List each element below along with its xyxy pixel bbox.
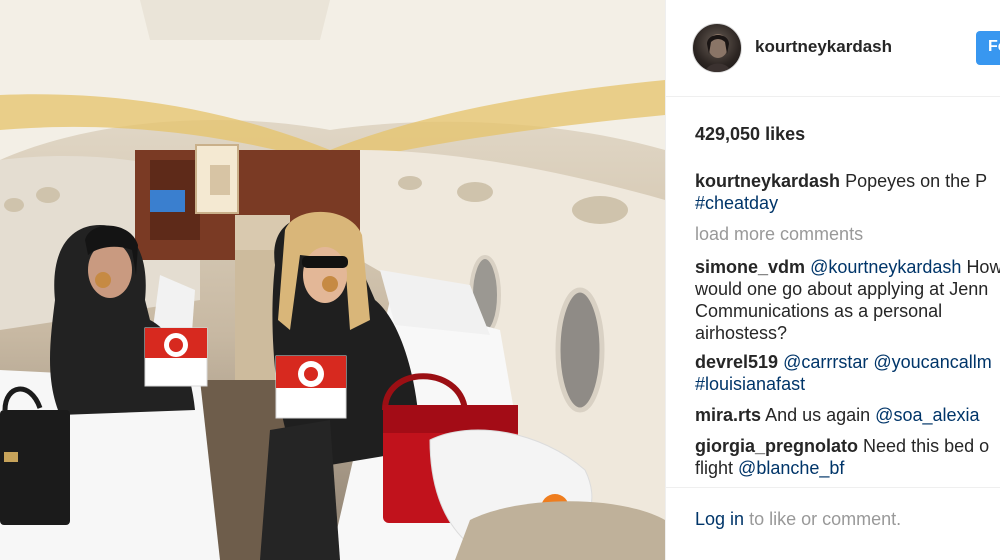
login-prompt: Log in to like or comment. bbox=[695, 509, 901, 530]
comment-text: Communications as a personal bbox=[695, 301, 943, 321]
list-item: giorgia_pregnolato Need this bed o fligh… bbox=[695, 435, 989, 479]
profile-photo-icon bbox=[705, 34, 731, 72]
comment-hashtag[interactable]: #louisianafast bbox=[695, 374, 805, 394]
comment-author[interactable]: mira.rts bbox=[695, 405, 761, 425]
comment-author[interactable]: giorgia_pregnolato bbox=[695, 436, 858, 456]
comment-mention[interactable]: @kourtneykardash bbox=[810, 257, 961, 277]
caption-hashtag[interactable]: #cheatday bbox=[695, 193, 778, 213]
list-item: mira.rts And us again @soa_alexia bbox=[695, 404, 980, 426]
comment-author[interactable]: devrel519 bbox=[695, 352, 778, 372]
list-item: simone_vdm @kourtneykardash How would on… bbox=[695, 256, 1000, 344]
comment-text: flight bbox=[695, 458, 734, 478]
comment-mention[interactable]: @blanche_bf bbox=[738, 458, 844, 478]
caption-text: Popeyes on the P bbox=[845, 171, 988, 191]
follow-button[interactable]: Fo bbox=[976, 31, 1000, 65]
load-more-comments-button[interactable]: load more comments bbox=[695, 224, 863, 245]
comment-mention[interactable]: @soa_alexia bbox=[875, 405, 979, 425]
likes-count[interactable]: 429,050 likes bbox=[695, 124, 805, 145]
list-item: devrel519 @carrrstar @youcancallm #louis… bbox=[695, 351, 992, 395]
post-photo[interactable] bbox=[0, 0, 665, 560]
caption-hashtag-line: #cheatday bbox=[695, 192, 778, 214]
post-sidebar: kourtneykardash Fo 429,050 likes kourtne… bbox=[666, 0, 1000, 560]
comment-mention[interactable]: @youcancallm bbox=[873, 352, 991, 372]
comment-author[interactable]: simone_vdm bbox=[695, 257, 805, 277]
post-footer: Log in to like or comment. bbox=[666, 487, 1000, 560]
caption-author[interactable]: kourtneykardash bbox=[695, 171, 840, 191]
comment-mention[interactable]: @carrrstar bbox=[783, 352, 868, 372]
login-link[interactable]: Log in bbox=[695, 509, 744, 529]
post-header: kourtneykardash Fo bbox=[666, 0, 1000, 97]
comment-text: Need this bed o bbox=[863, 436, 990, 456]
comment-text: And us again bbox=[765, 405, 871, 425]
caption: kourtneykardash Popeyes on the P bbox=[695, 170, 987, 192]
comment-text: How bbox=[966, 257, 1000, 277]
comment-text: airhostess? bbox=[695, 323, 788, 343]
avatar[interactable] bbox=[692, 23, 742, 73]
post-username[interactable]: kourtneykardash bbox=[755, 37, 892, 57]
comment-text: would one go about applying at Jenn bbox=[695, 279, 989, 299]
jet-cabin-photo bbox=[0, 0, 665, 560]
login-suffix: to like or comment. bbox=[749, 509, 902, 529]
